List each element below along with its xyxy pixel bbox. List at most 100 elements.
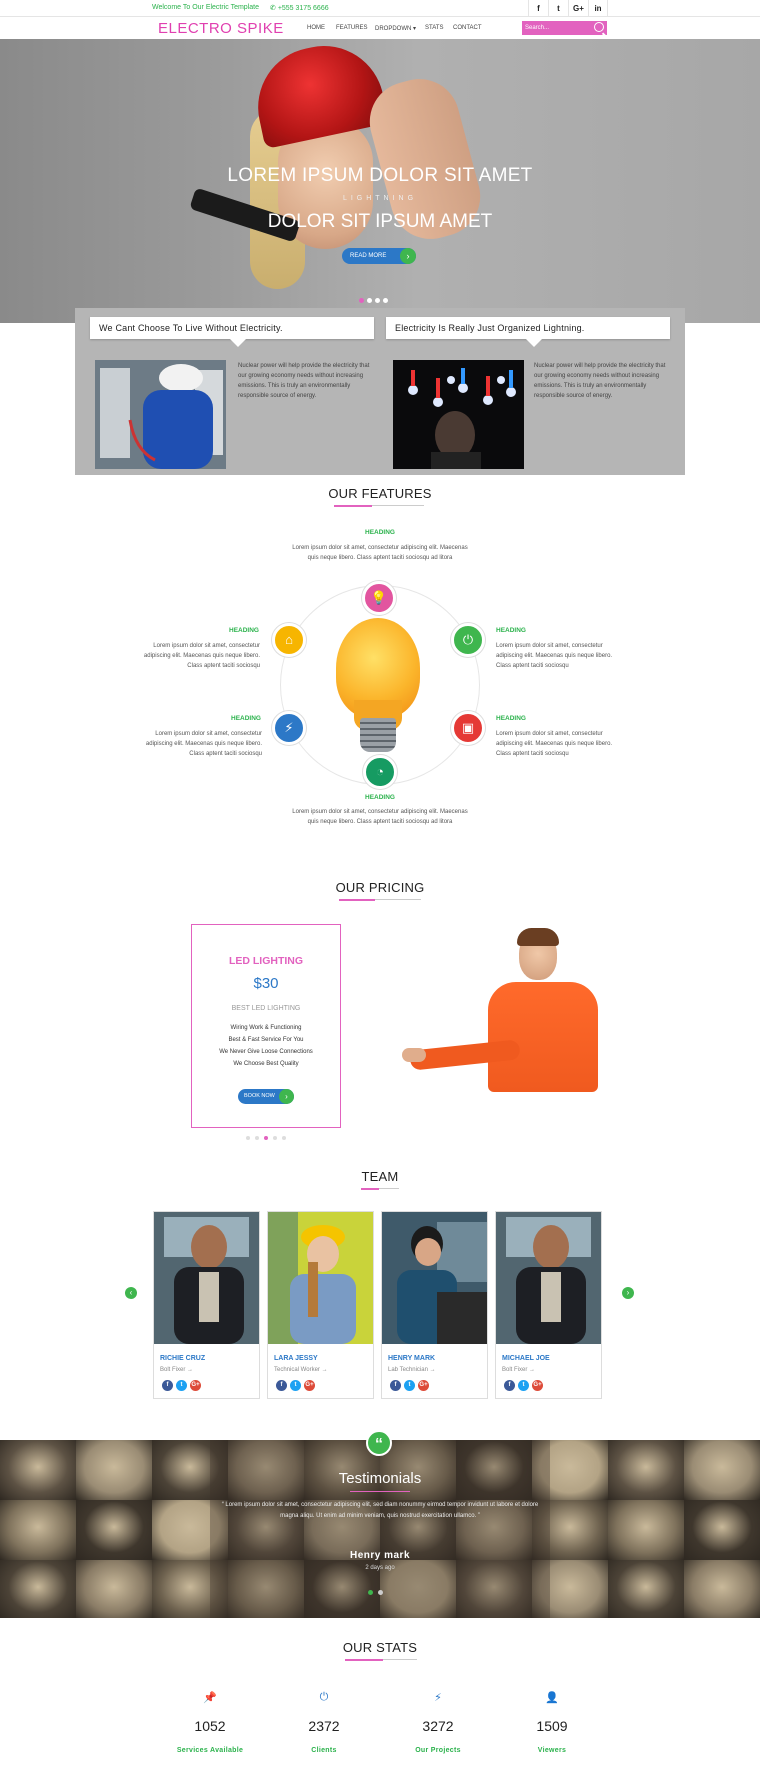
chevron-right-icon: › [279, 1089, 294, 1104]
pricing-dot[interactable] [264, 1136, 268, 1140]
stat-value: 3272 [422, 1718, 454, 1734]
logo[interactable]: ELECTRO SPIKE [158, 20, 284, 37]
slider-dot[interactable] [383, 298, 388, 303]
title-underline-grey [372, 505, 424, 506]
power-icon[interactable]: ⏻ [451, 623, 485, 657]
stat-label: Viewers [537, 1747, 567, 1754]
search-placeholder: Search... [525, 25, 550, 31]
member-name: HENRY MARK [388, 1355, 436, 1362]
feature-heading-right-2: HEADING [496, 715, 526, 722]
read-more-button[interactable]: READ MORE › [342, 248, 416, 264]
twitter-icon[interactable]: t [548, 0, 568, 17]
dashboard-icon[interactable]: ◔ [363, 755, 397, 789]
slider-dot[interactable] [367, 298, 372, 303]
stat-label: Clients [311, 1747, 337, 1754]
lightbulb-icon[interactable]: 💡 [362, 581, 396, 615]
hero-title-2: DOLOR SIT IPSUM AMET [267, 211, 493, 232]
feature-heading-left-2: HEADING [231, 715, 261, 722]
twitter-icon[interactable]: t [404, 1380, 415, 1391]
facebook-icon[interactable]: f [390, 1380, 401, 1391]
google-plus-icon[interactable]: G+ [418, 1380, 429, 1391]
pin-icon: 📌 [203, 1692, 217, 1704]
pricing-dot[interactable] [273, 1136, 277, 1140]
twitter-icon[interactable]: t [518, 1380, 529, 1391]
nav-stats[interactable]: STATS [425, 25, 443, 31]
plan-feature: Wiring Work & Functioning [230, 1025, 302, 1031]
member-role: Technical Worker → [274, 1367, 328, 1373]
intro-section: We Cant Choose To Live Without Electrici… [75, 308, 685, 475]
pricing-dot[interactable] [282, 1136, 286, 1140]
user-plus-icon: 👤 [545, 1692, 559, 1704]
twitter-icon[interactable]: t [290, 1380, 301, 1391]
member-photo [268, 1212, 373, 1344]
team-title: TEAM [361, 1169, 399, 1184]
plug-icon[interactable]: ⚡ [272, 711, 306, 745]
slider-dot[interactable] [375, 298, 380, 303]
electrician-image [95, 360, 226, 469]
plan-tagline: BEST LED LIGHTING [231, 1005, 301, 1012]
team-card: RICHIE CRUZ Bolt Fixer → f t G+ [153, 1211, 260, 1399]
bulbs-image [393, 360, 524, 469]
testimonial-dot[interactable] [378, 1590, 383, 1595]
intro-heading-2: Electricity Is Really Just Organized Lig… [386, 317, 670, 347]
phone-value: +555 3175 6666 [277, 5, 329, 12]
pricing-dot[interactable] [255, 1136, 259, 1140]
stat-value: 1052 [194, 1718, 226, 1734]
welcome-text: Welcome To Our Electric Template [152, 4, 259, 11]
stats-title: OUR STATS [342, 1640, 418, 1655]
nav-dropdown[interactable]: DROPDOWN ▾ [375, 25, 416, 32]
facebook-icon[interactable]: f [276, 1380, 287, 1391]
google-plus-icon[interactable]: G+ [568, 0, 588, 17]
twitter-icon[interactable]: t [176, 1380, 187, 1391]
presenter-image-hair [517, 928, 559, 946]
feature-text-left-1: Lorem ipsum dolor sit amet, consectetur … [143, 643, 260, 669]
search-input[interactable]: Search... [522, 21, 607, 35]
google-plus-icon[interactable]: G+ [190, 1380, 201, 1391]
book-now-button[interactable]: BOOK NOW › [238, 1089, 294, 1104]
feature-text-top: Lorem ipsum dolor sit amet, consectetur … [292, 545, 468, 561]
feature-heading-top: HEADING [365, 529, 395, 536]
title-underline [361, 1188, 379, 1190]
hero-subtitle: LIGHTNING [342, 195, 418, 202]
team-card: MICHAEL JOE Bolt Fixer → f t G+ [495, 1211, 602, 1399]
pricing-dot[interactable] [246, 1136, 250, 1140]
feature-heading-left-1: HEADING [229, 627, 259, 634]
power-icon: ⏻ [319, 1691, 329, 1703]
title-underline-grey [375, 899, 421, 900]
member-photo [382, 1212, 487, 1344]
plan-feature: We Choose Best Quality [233, 1061, 299, 1067]
google-plus-icon[interactable]: G+ [532, 1380, 543, 1391]
plug-icon: ⚡ [434, 1692, 442, 1704]
feature-text-bottom: Lorem ipsum dolor sit amet, consectetur … [292, 809, 468, 825]
stat-label: Services Available [176, 1747, 244, 1754]
team-next-button[interactable]: › [622, 1287, 634, 1299]
plan-feature: Best & Fast Service For You [228, 1037, 304, 1043]
facebook-icon[interactable]: f [504, 1380, 515, 1391]
testimonial-time: 2 days ago [365, 1565, 395, 1571]
slider-dot[interactable] [359, 298, 364, 303]
chevron-right-icon: › [400, 248, 416, 264]
testimonial-author: Henry mark [349, 1550, 411, 1561]
member-photo [496, 1212, 601, 1344]
testimonial-dot[interactable] [368, 1590, 373, 1595]
top-bar: Welcome To Our Electric Template ✆ +555 … [0, 0, 760, 17]
nav-contact[interactable]: CONTACT [453, 25, 482, 31]
feature-text-right-2: Lorem ipsum dolor sit amet, consectetur … [496, 731, 613, 757]
facebook-icon[interactable]: f [162, 1380, 173, 1391]
feature-heading-right-1: HEADING [496, 627, 526, 634]
briefcase-icon[interactable]: ▣ [451, 711, 485, 745]
linkedin-icon[interactable]: in [588, 0, 608, 17]
presenter-image-body [488, 982, 598, 1092]
presenter-image-hand [402, 1048, 426, 1062]
team-card: HENRY MARK Lab Technician → f t G+ [381, 1211, 488, 1399]
home-icon[interactable]: ⌂ [272, 623, 306, 657]
hero-slider: LOREM IPSUM DOLOR SIT AMET LIGHTNING DOL… [0, 39, 760, 323]
google-plus-icon[interactable]: G+ [304, 1380, 315, 1391]
testimonials-section: Testimonials “ Lorem ipsum dolor sit ame… [0, 1440, 760, 1618]
team-prev-button[interactable]: ‹ [125, 1287, 137, 1299]
nav-features[interactable]: FEATURES [336, 25, 368, 31]
search-icon[interactable] [594, 22, 604, 32]
facebook-icon[interactable]: f [528, 0, 548, 17]
intro-text-2: Nuclear power will help provide the elec… [534, 363, 666, 399]
nav-home[interactable]: HOME [307, 25, 325, 31]
